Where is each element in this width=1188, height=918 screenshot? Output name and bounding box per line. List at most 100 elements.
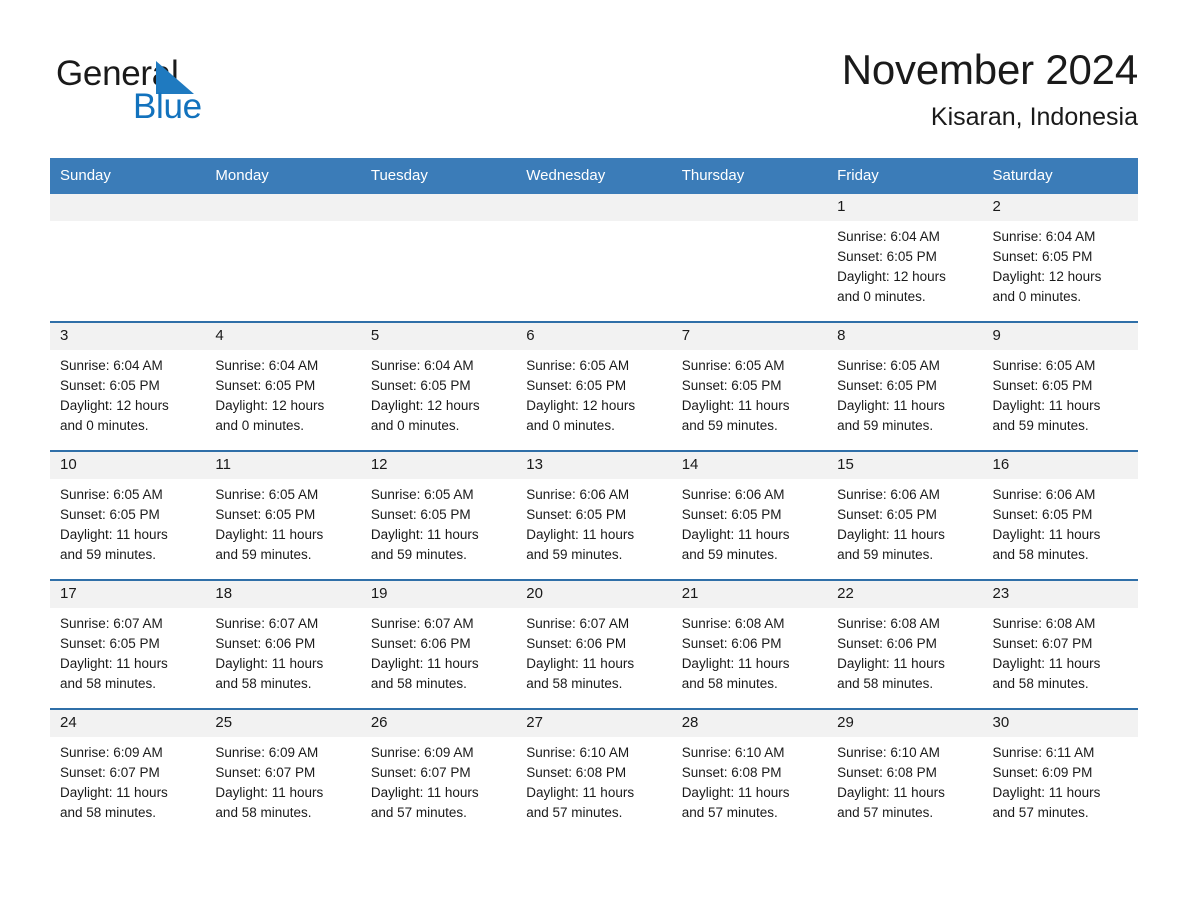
day-details: Sunrise: 6:06 AM Sunset: 6:05 PM Daylight:… [827,479,982,579]
day-cell [50,194,206,322]
day-cell[interactable]: 19 Sunrise: 6:07 AM Sunset: 6:06 PM Dayligh… [360,579,517,709]
sunset-text: Sunset: 6:07 PM [992,636,1093,651]
sunrise-text: Sunrise: 6:10 AM [837,745,940,760]
day-cell[interactable]: 7 Sunrise: 6:05 AM Sunset: 6:05 PM Daylight… [671,321,828,451]
calendar-header-row: Sunday Monday Tuesday Wednesday Thursday… [50,158,1138,194]
daylight-text-line1: Daylight: 11 hours [992,398,1101,413]
day-number: 4 [205,323,361,350]
day-cell[interactable]: 12 Sunrise: 6:05 AM Sunset: 6:05 PM Dayligh… [360,450,517,580]
day-details: Sunrise: 6:05 AM Sunset: 6:05 PM Daylight:… [827,350,982,450]
day-cell[interactable]: 24 Sunrise: 6:09 AM Sunset: 6:07 PM Dayligh… [50,708,206,837]
day-cell[interactable]: 11 Sunrise: 6:05 AM Sunset: 6:05 PM Dayligh… [205,450,361,580]
day-cell[interactable]: 21 Sunrise: 6:08 AM Sunset: 6:06 PM Dayligh… [671,579,828,709]
day-cell[interactable]: 16 Sunrise: 6:06 AM Sunset: 6:05 PM Dayligh… [982,450,1138,580]
day-details: Sunrise: 6:05 AM Sunset: 6:05 PM Daylight:… [361,479,516,579]
sunrise-text: Sunrise: 6:07 AM [215,616,319,631]
daylight-text-line2: and 0 minutes. [837,289,926,304]
sunset-text: Sunset: 6:06 PM [370,636,471,651]
daylight-text-line2: and 58 minutes. [992,676,1089,691]
calendar-week-row: 10 Sunrise: 6:05 AM Sunset: 6:05 PM Dayligh… [50,450,1138,580]
day-cell[interactable]: 3 Sunrise: 6:04 AM Sunset: 6:05 PM Daylight… [50,321,206,451]
day-cell[interactable]: 20 Sunrise: 6:07 AM Sunset: 6:06 PM Dayligh… [516,579,672,709]
day-cell[interactable]: 27 Sunrise: 6:10 AM Sunset: 6:08 PM Dayligh… [516,708,672,837]
page-subtitle-location: Kisaran, Indonesia [930,103,1138,131]
day-cell [205,194,361,322]
day-cell[interactable]: 5 Sunrise: 6:04 AM Sunset: 6:05 PM Daylight… [360,321,517,451]
day-cell[interactable]: 17 Sunrise: 6:07 AM Sunset: 6:05 PM Dayligh… [50,579,206,709]
sunrise-text: Sunrise: 6:09 AM [215,745,319,760]
day-cell[interactable]: 29 Sunrise: 6:10 AM Sunset: 6:08 PM Dayligh… [827,708,983,837]
daylight-text-line2: and 58 minutes. [837,676,934,691]
sunset-text: Sunset: 6:05 PM [837,378,937,393]
daylight-text-line2: and 57 minutes. [992,805,1089,820]
sunrise-text: Sunrise: 6:04 AM [215,358,319,373]
daylight-text-line1: Daylight: 11 hours [837,398,945,413]
daylight-text-line2: and 59 minutes. [992,418,1089,433]
daylight-text-line1: Daylight: 11 hours [837,527,945,542]
general-blue-logo[interactable]: General Blue [56,54,316,136]
day-details: Sunrise: 6:10 AM Sunset: 6:08 PM Daylight:… [516,737,671,837]
day-details: Sunrise: 6:07 AM Sunset: 6:05 PM Daylight:… [50,608,205,708]
day-cell[interactable]: 30 Sunrise: 6:11 AM Sunset: 6:09 PM Dayligh… [982,708,1138,837]
sunrise-text: Sunrise: 6:07 AM [370,616,474,631]
sunrise-text: Sunrise: 6:05 AM [215,487,319,502]
day-details: Sunrise: 6:09 AM Sunset: 6:07 PM Daylight:… [50,737,205,837]
day-cell[interactable]: 22 Sunrise: 6:08 AM Sunset: 6:06 PM Dayligh… [827,579,983,709]
day-cell[interactable]: 28 Sunrise: 6:10 AM Sunset: 6:08 PM Dayligh… [671,708,828,837]
day-number: 28 [671,710,828,737]
daylight-text-line2: and 0 minutes. [60,418,149,433]
daylight-text-line2: and 57 minutes. [370,805,467,820]
day-cell[interactable]: 13 Sunrise: 6:06 AM Sunset: 6:05 PM Dayligh… [516,450,672,580]
sunset-text: Sunset: 6:05 PM [370,378,471,393]
daylight-text-line2: and 58 minutes. [992,547,1089,562]
daylight-text-line2: and 58 minutes. [215,676,312,691]
daylight-text-line1: Daylight: 11 hours [681,785,790,800]
daylight-text-line1: Daylight: 12 hours [837,269,946,284]
day-number: 22 [827,581,983,608]
day-details: Sunrise: 6:09 AM Sunset: 6:07 PM Daylight:… [205,737,360,837]
daylight-text-line1: Daylight: 11 hours [992,785,1101,800]
day-number: 6 [516,323,672,350]
day-details: Sunrise: 6:04 AM Sunset: 6:05 PM Daylight:… [361,350,516,450]
day-cell[interactable]: 23 Sunrise: 6:08 AM Sunset: 6:07 PM Dayligh… [982,579,1138,709]
day-cell[interactable]: 2 Sunrise: 6:04 AM Sunset: 6:05 PM Dayli… [982,194,1138,322]
day-cell[interactable]: 9 Sunrise: 6:05 AM Sunset: 6:05 PM Daylight… [982,321,1138,451]
sunset-text: Sunset: 6:05 PM [526,507,627,522]
sunrise-text: Sunrise: 6:06 AM [681,487,785,502]
day-cell[interactable]: 14 Sunrise: 6:06 AM Sunset: 6:05 PM Dayligh… [671,450,828,580]
sunrise-text: Sunrise: 6:04 AM [992,229,1096,244]
day-details: Sunrise: 6:09 AM Sunset: 6:07 PM Daylight:… [361,737,516,837]
day-cell[interactable]: 15 Sunrise: 6:06 AM Sunset: 6:05 PM Dayligh… [827,450,983,580]
sunset-text: Sunset: 6:05 PM [837,249,937,264]
calendar-week-row: 1 Sunrise: 6:04 AM Sunset: 6:05 PM Dayli… [50,194,1138,322]
day-cell[interactable]: 18 Sunrise: 6:07 AM Sunset: 6:06 PM Dayligh… [205,579,361,709]
day-cell[interactable]: 4 Sunrise: 6:04 AM Sunset: 6:05 PM Daylight… [205,321,361,451]
day-cell[interactable]: 1 Sunrise: 6:04 AM Sunset: 6:05 PM Dayli… [827,194,983,322]
calendar-body: 1 Sunrise: 6:04 AM Sunset: 6:05 PM Dayli… [50,194,1138,837]
sunrise-text: Sunrise: 6:05 AM [837,358,940,373]
sunrise-text: Sunrise: 6:08 AM [992,616,1096,631]
day-number: 24 [50,710,206,737]
sunrise-text: Sunrise: 6:07 AM [60,616,163,631]
day-cell[interactable]: 26 Sunrise: 6:09 AM Sunset: 6:07 PM Dayligh… [360,708,517,837]
calendar-week-row: 3 Sunrise: 6:04 AM Sunset: 6:05 PM Daylight… [50,321,1138,451]
day-number: 16 [982,452,1138,479]
day-details: Sunrise: 6:05 AM Sunset: 6:05 PM Daylight:… [672,350,827,450]
daylight-text-line1: Daylight: 11 hours [837,656,945,671]
day-cell[interactable]: 25 Sunrise: 6:09 AM Sunset: 6:07 PM Dayligh… [205,708,361,837]
daylight-text-line2: and 59 minutes. [681,418,778,433]
daylight-text-line1: Daylight: 11 hours [837,785,945,800]
calendar-page: General Blue November 2024 Kisaran, Indo… [0,0,1188,918]
daylight-text-line1: Daylight: 11 hours [681,527,790,542]
weekday-header-saturday: Saturday [982,158,1138,194]
day-cell[interactable]: 8 Sunrise: 6:05 AM Sunset: 6:05 PM Daylight… [827,321,983,451]
day-cell[interactable]: 10 Sunrise: 6:05 AM Sunset: 6:05 PM Dayligh… [50,450,206,580]
daylight-text-line1: Daylight: 11 hours [60,656,168,671]
day-cell[interactable]: 6 Sunrise: 6:05 AM Sunset: 6:05 PM Daylight… [516,321,672,451]
day-details: Sunrise: 6:05 AM Sunset: 6:05 PM Daylight:… [50,479,205,579]
daylight-text-line2: and 57 minutes. [837,805,934,820]
sunrise-text: Sunrise: 6:05 AM [526,358,630,373]
sunrise-text: Sunrise: 6:06 AM [526,487,630,502]
day-number: 14 [671,452,828,479]
sunrise-text: Sunrise: 6:05 AM [370,487,474,502]
